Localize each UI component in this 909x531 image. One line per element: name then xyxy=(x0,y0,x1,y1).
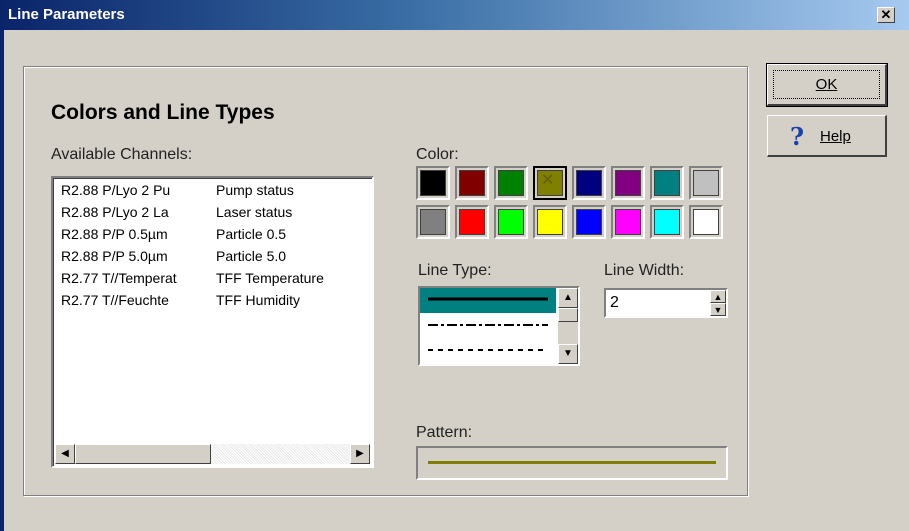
line-type-scroll-thumb[interactable] xyxy=(558,308,578,322)
arrow-up-icon: ▲ xyxy=(563,292,573,303)
help-button-label: Help xyxy=(820,128,851,145)
color-swatch[interactable] xyxy=(689,205,723,239)
swatch-fill xyxy=(654,170,680,196)
line-width-spinner[interactable]: 2 ▲ ▼ xyxy=(604,288,728,318)
group-heading: Colors and Line Types xyxy=(51,101,275,124)
arrow-right-icon: ▶ xyxy=(356,448,364,459)
channel-name: R2.77 T//Temperat xyxy=(61,270,177,286)
color-swatch[interactable] xyxy=(416,205,450,239)
swatch-fill xyxy=(498,170,524,196)
channel-description: Pump status xyxy=(216,182,294,198)
solid-line-icon xyxy=(428,297,548,301)
swatch-fill xyxy=(498,209,524,235)
color-swatch[interactable] xyxy=(494,166,528,200)
dashed-line-icon xyxy=(428,349,548,351)
spin-up-icon[interactable]: ▲ xyxy=(710,290,726,303)
channel-description: Laser status xyxy=(216,204,293,220)
line-type-label: Line Type: xyxy=(418,262,492,279)
color-label: Color: xyxy=(416,146,459,163)
dash-dot-line-icon xyxy=(428,324,548,326)
arrow-down-icon: ▼ xyxy=(563,348,573,359)
spin-down-icon[interactable]: ▼ xyxy=(710,303,726,316)
line-width-value[interactable]: 2 xyxy=(610,294,619,312)
title-bar[interactable]: Line Parameters ✕ xyxy=(0,0,909,30)
available-channels-label: Available Channels: xyxy=(51,146,193,163)
channel-description: Particle 0.5 xyxy=(216,226,287,242)
channels-listbox[interactable]: R2.88 P/Lyo 2 Pu Pump status R2.88 P/Lyo 2… xyxy=(51,176,374,468)
swatch-fill xyxy=(576,209,602,235)
swatch-fill xyxy=(420,170,446,196)
color-palette: ✕ xyxy=(416,166,730,242)
channel-name: R2.88 P/Lyo 2 Pu xyxy=(61,182,171,198)
color-swatch[interactable] xyxy=(455,166,489,200)
line-width-label: Line Width: xyxy=(604,262,685,279)
scroll-up-button[interactable]: ▲ xyxy=(558,288,578,308)
line-type-listbox[interactable]: ▲ ▼ xyxy=(418,286,580,366)
line-type-option-dash-dot[interactable] xyxy=(420,313,556,338)
swatch-fill xyxy=(576,170,602,196)
scroll-down-button[interactable]: ▼ xyxy=(558,344,578,364)
swatch-fill xyxy=(654,209,680,235)
line-parameters-dialog: Line Parameters ✕ Colors and Line Types … xyxy=(0,0,909,531)
ok-button-label: OK xyxy=(815,76,838,93)
scroll-right-button[interactable]: ▶ xyxy=(350,444,370,464)
swatch-fill xyxy=(537,209,563,235)
color-swatch[interactable] xyxy=(611,205,645,239)
swatch-fill xyxy=(615,209,641,235)
pattern-preview xyxy=(416,446,728,480)
channel-description: Particle 5.0 xyxy=(216,248,287,264)
color-swatch[interactable] xyxy=(455,205,489,239)
swatch-fill xyxy=(459,209,485,235)
color-swatch[interactable] xyxy=(650,166,684,200)
swatch-fill xyxy=(693,209,719,235)
color-swatch[interactable]: ✕ xyxy=(533,166,567,200)
scroll-left-button[interactable]: ◀ xyxy=(55,444,75,464)
line-type-option-dashed[interactable] xyxy=(420,338,556,363)
pattern-label: Pattern: xyxy=(416,424,473,441)
pattern-line xyxy=(428,461,716,464)
close-icon: ✕ xyxy=(880,7,892,22)
line-type-scrollbar[interactable]: ▲ ▼ xyxy=(558,288,578,364)
scroll-thumb[interactable] xyxy=(75,444,211,464)
channel-description: TFF Humidity xyxy=(216,292,300,308)
channel-name: R2.88 P/Lyo 2 La xyxy=(61,204,169,220)
arrow-left-icon: ◀ xyxy=(61,448,69,459)
window-title: Line Parameters xyxy=(8,6,125,23)
color-swatch[interactable] xyxy=(650,205,684,239)
channel-name: R2.88 P/P 0.5µm xyxy=(61,226,168,242)
color-swatch[interactable] xyxy=(533,205,567,239)
ok-button[interactable]: OK xyxy=(766,63,888,107)
color-swatch[interactable] xyxy=(416,166,450,200)
help-button[interactable]: ? Help xyxy=(767,115,887,157)
color-swatch[interactable] xyxy=(689,166,723,200)
swatch-fill xyxy=(420,209,446,235)
channels-horizontal-scrollbar[interactable]: ◀ ▶ xyxy=(55,444,370,464)
swatch-fill xyxy=(693,170,719,196)
channel-name: R2.88 P/P 5.0µm xyxy=(61,248,168,264)
help-question-icon: ? xyxy=(790,122,805,151)
color-swatch[interactable] xyxy=(611,166,645,200)
close-button[interactable]: ✕ xyxy=(877,7,895,23)
line-type-option-solid[interactable] xyxy=(420,288,556,313)
color-swatch[interactable] xyxy=(572,166,606,200)
window-frame-edge xyxy=(0,30,4,531)
swatch-fill xyxy=(459,170,485,196)
channel-description: TFF Temperature xyxy=(216,270,324,286)
color-swatch[interactable] xyxy=(494,205,528,239)
swatch-fill xyxy=(615,170,641,196)
selected-mark-icon: ✕ xyxy=(541,172,555,189)
color-swatch[interactable] xyxy=(572,205,606,239)
channel-name: R2.77 T//Feuchte xyxy=(61,292,169,308)
